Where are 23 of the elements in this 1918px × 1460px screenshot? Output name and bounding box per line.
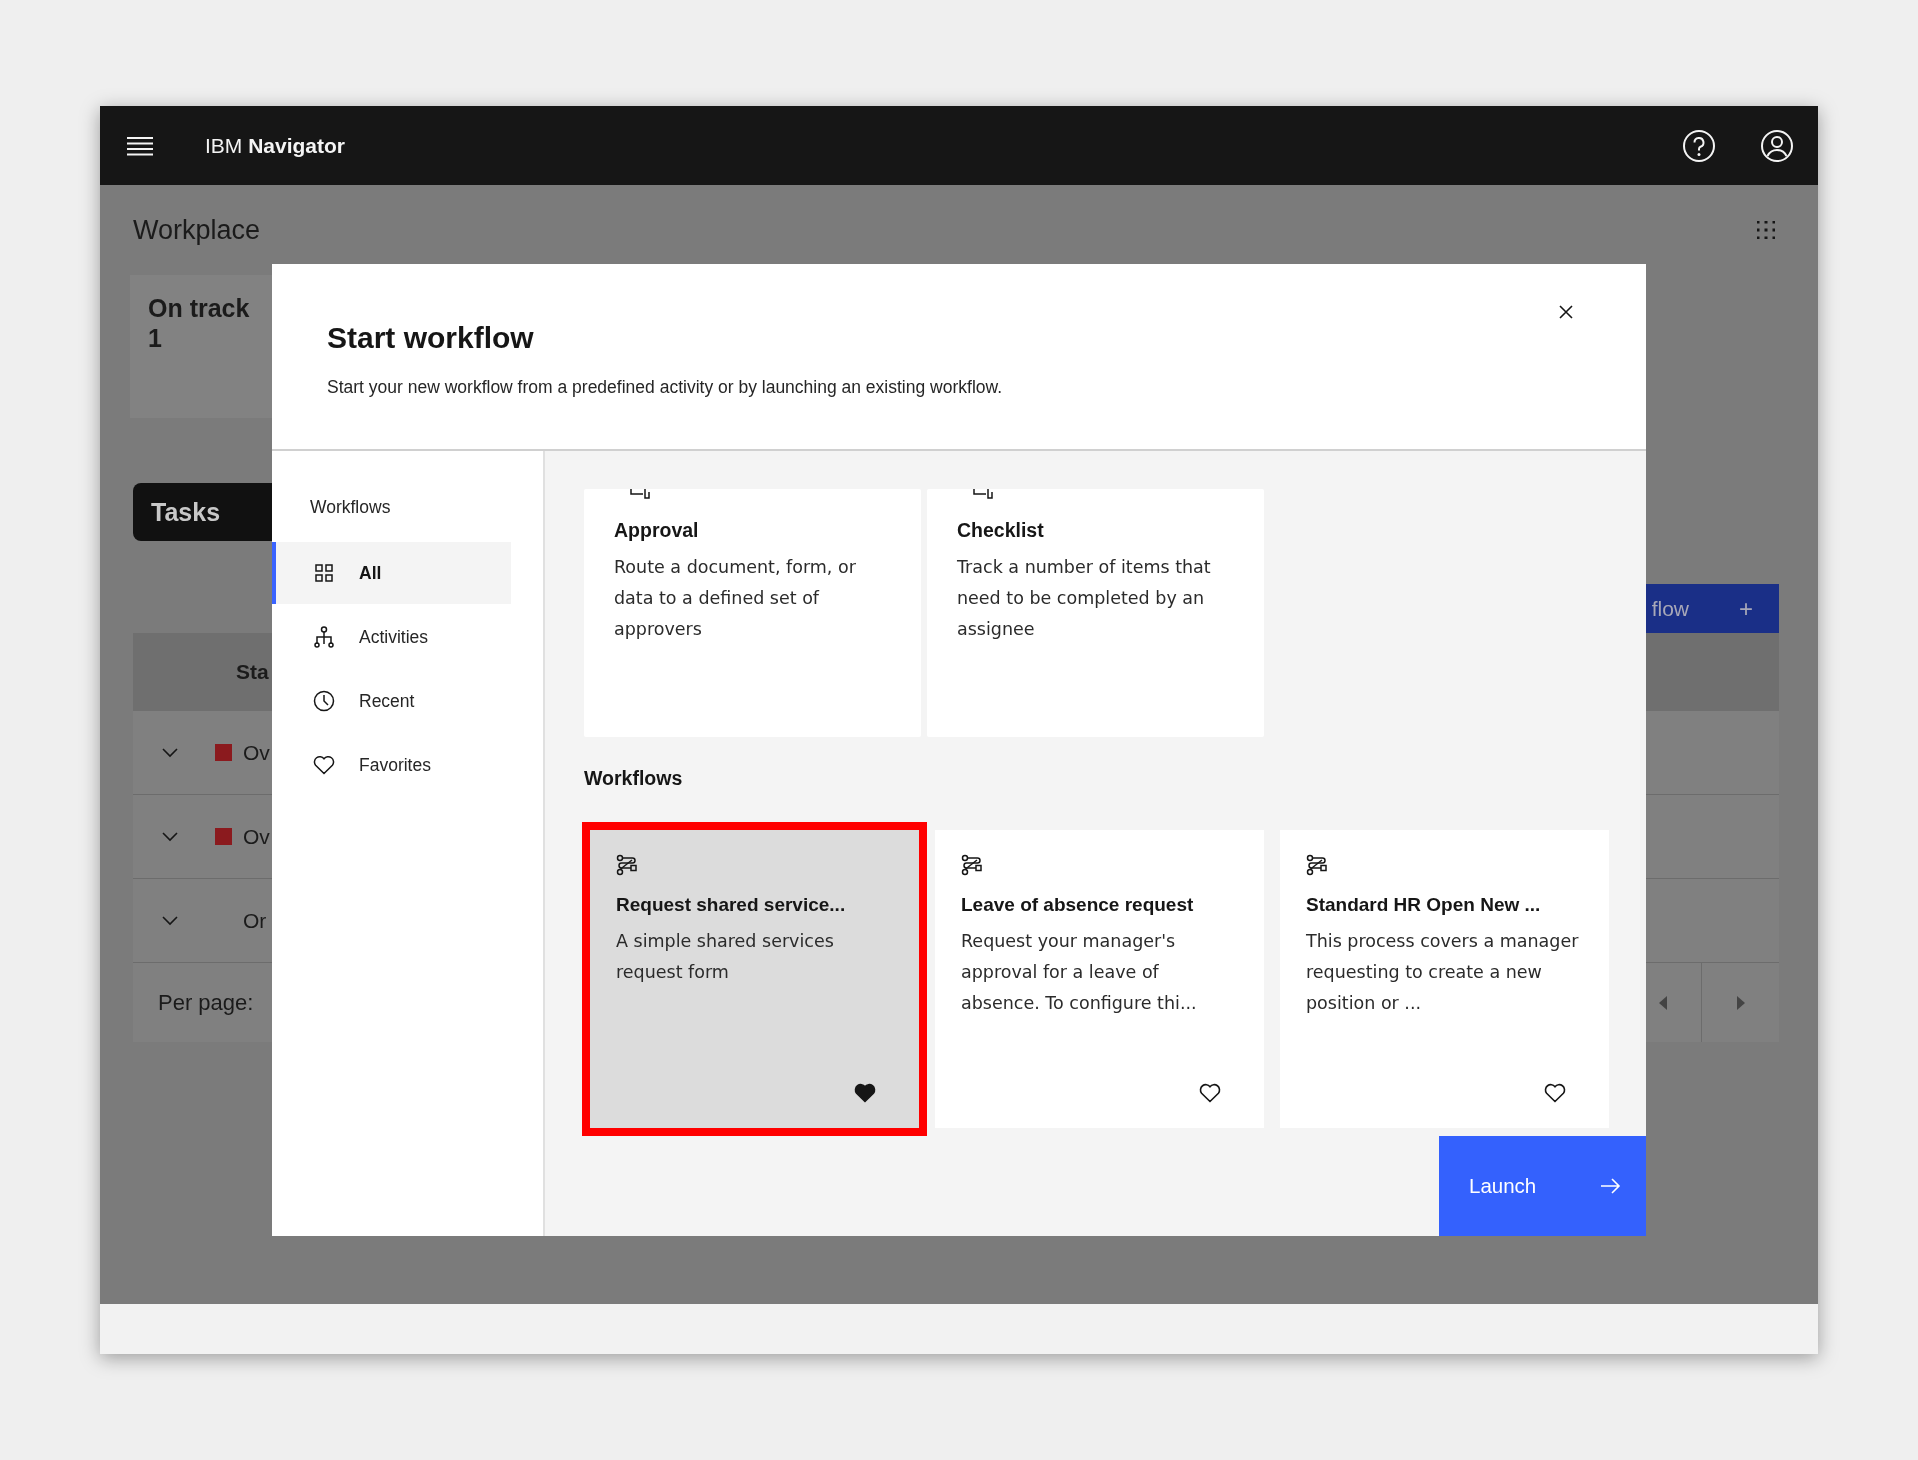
dialog-title: Start workflow <box>327 321 535 355</box>
card-title: Request shared service... <box>616 894 846 916</box>
summary-count: 1 <box>148 323 162 353</box>
card-title: Leave of absence request <box>961 894 1194 916</box>
dialog-description: Start your new workflow from a predefined activity or by launching an existing workflow. <box>327 377 1004 398</box>
card-description: A simple shared services request form <box>616 930 835 984</box>
card-title: Standard HR Open New ... <box>1306 894 1541 916</box>
page-title: Workplace <box>133 214 261 246</box>
section-heading: Workflows <box>584 767 684 791</box>
status-text: Or <box>243 908 267 933</box>
card-description: Request your manager's approval for a leave of absence. To configure thi... <box>961 930 1198 1015</box>
status-text: Ov <box>243 740 270 765</box>
app-name: IBM Navigator <box>205 133 346 158</box>
summary-label: On track <box>148 293 250 323</box>
card-title: Checklist <box>957 519 1045 542</box>
sidebar-heading: Workflows <box>309 497 392 518</box>
column-header: Sta <box>236 660 269 684</box>
card-description: Track a number of items that need to be completed by an assignee <box>957 556 1212 641</box>
status-text: Ov <box>243 824 270 849</box>
per-page-label: Per page: <box>158 989 254 1016</box>
card-description: Route a document, form, or data to a defined set of approvers <box>614 556 857 641</box>
card-title: Approval <box>614 519 700 542</box>
card-description: This process covers a manager requesting to create a new position or ... <box>1306 930 1580 1015</box>
